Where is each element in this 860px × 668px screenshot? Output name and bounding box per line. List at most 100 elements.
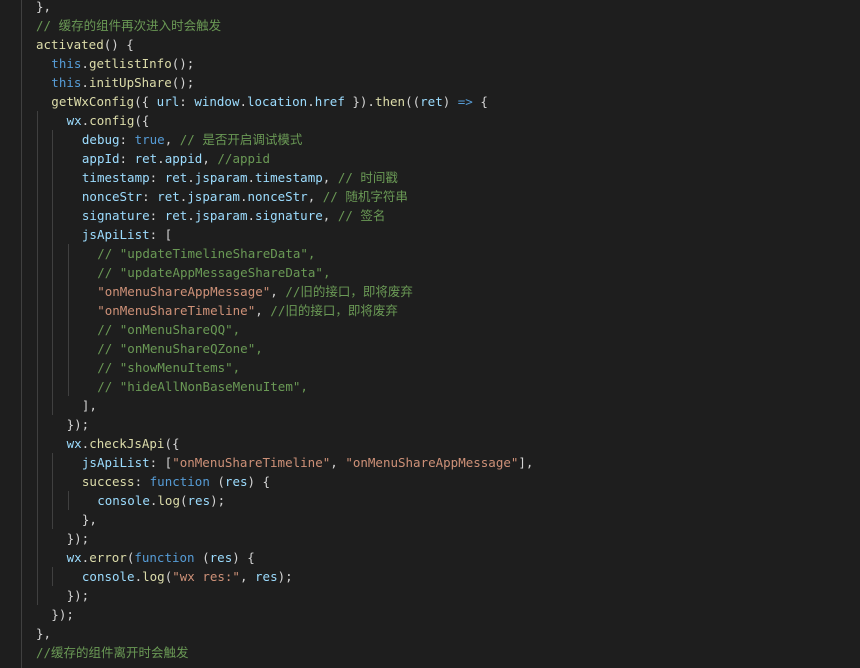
code-token: // 缓存的组件再次进入时会触发 [36,18,222,33]
code-line[interactable]: // 缓存的组件再次进入时会触发 [0,16,860,35]
code-line[interactable]: activated() { [0,35,860,54]
code-token: // "updateTimelineShareData", [97,246,316,261]
code-token: }); [66,417,90,432]
code-token: // "onMenuShareQZone", [97,341,263,356]
code-token: , [322,208,338,223]
code-token: wx [66,550,82,565]
code-token: //旧的接口，即将废弃 [270,303,398,318]
code-token: ( [209,474,225,489]
code-line[interactable]: }); [0,529,860,548]
code-line[interactable]: appId: ret.appid, //appid [0,149,860,168]
code-token: : [119,132,135,147]
code-token: // 签名 [337,208,386,223]
code-token: ret [164,208,188,223]
code-token: res [209,550,233,565]
code-token: . [81,75,89,90]
code-line[interactable]: // "updateAppMessageShareData", [0,263,860,282]
code-token: : [ [149,455,173,470]
code-line[interactable]: wx.error(function (res) { [0,548,860,567]
code-line[interactable]: }, [0,0,860,16]
code-token: }); [66,531,90,546]
code-line[interactable]: // "showMenuItems", [0,358,860,377]
code-line[interactable]: nonceStr: ret.jsparam.nonceStr, // 随机字符串 [0,187,860,206]
code-token: ret [420,94,443,109]
code-line[interactable]: }, [0,510,860,529]
code-token: ret [157,189,180,204]
code-token: console [81,569,135,584]
code-token: log [157,493,180,508]
code-token: // 随机字符串 [322,189,408,204]
code-line[interactable]: getWxConfig({ url: window.location.href … [0,92,860,111]
code-lines[interactable]: }, // 缓存的组件再次进入时会触发 activated() {this.getl… [0,0,860,662]
code-line[interactable]: "onMenuShareAppMessage", //旧的接口，即将废弃 [0,282,860,301]
code-token: : [149,170,165,185]
code-editor[interactable]: }, // 缓存的组件再次进入时会触发 activated() {this.getl… [0,0,860,668]
code-line[interactable]: jsApiList: ["onMenuShareTimeline", "onMe… [0,453,860,472]
code-token: ret [134,151,158,166]
code-line[interactable]: console.log(res); [0,491,860,510]
code-token: ( [179,493,188,508]
code-token: . [307,94,315,109]
code-line[interactable]: signature: ret.jsparam.signature, // 签名 [0,206,860,225]
code-line[interactable]: success: function (res) { [0,472,860,491]
code-token: : [149,208,165,223]
code-line[interactable]: ], [0,396,860,415]
code-token: ) { [232,550,255,565]
code-line[interactable]: jsApiList: [ [0,225,860,244]
code-token: location [247,94,308,109]
code-line[interactable]: console.log("wx res:", res); [0,567,860,586]
code-line[interactable]: }); [0,605,860,624]
code-token: , [330,455,346,470]
code-token: res [187,493,211,508]
code-token: config [89,113,135,128]
code-line[interactable]: // "onMenuShareQZone", [0,339,860,358]
code-line[interactable]: // "onMenuShareQQ", [0,320,860,339]
code-token: . [247,208,256,223]
code-token: }); [51,607,74,622]
code-line[interactable]: }); [0,415,860,434]
code-token: ], [518,455,534,470]
code-token: }, [36,0,52,14]
code-token: , [322,170,338,185]
code-token: // "showMenuItems", [97,360,241,375]
code-line[interactable]: this.initUpShare(); [0,73,860,92]
code-line[interactable]: }); [0,586,860,605]
code-line[interactable]: wx.checkJsApi({ [0,434,860,453]
code-token: , [239,569,256,584]
code-line[interactable]: }, [0,624,860,643]
code-token: console [97,493,150,508]
code-token: . [187,208,195,223]
code-token: (); [171,75,195,90]
code-token: ( [194,550,210,565]
code-token: , [164,132,180,147]
code-token: }, [36,626,52,641]
code-token: () { [103,37,134,52]
code-token: signature [81,208,150,223]
code-token: "wx res:" [172,569,240,584]
code-line[interactable]: // "updateTimelineShareData", [0,244,860,263]
code-token: . [134,569,143,584]
code-token: appid [164,151,203,166]
code-token: checkJsApi [89,436,165,451]
code-token: . [239,94,247,109]
code-token: function [149,474,210,489]
code-token: // 是否开启调试模式 [179,132,303,147]
code-token: . [239,189,248,204]
code-token: }). [344,94,375,109]
code-line[interactable]: debug: true, // 是否开启调试模式 [0,130,860,149]
code-line[interactable]: timestamp: ret.jsparam.timestamp, // 时间戳 [0,168,860,187]
code-line[interactable]: "onMenuShareTimeline", //旧的接口，即将废弃 [0,301,860,320]
code-line[interactable]: wx.config({ [0,111,860,130]
code-token: jsparam [194,208,248,223]
code-token: href [314,94,345,109]
code-line[interactable]: //缓存的组件离开时会触发 [0,643,860,662]
code-token: jsApiList [81,227,150,242]
code-line[interactable]: this.getlistInfo(); [0,54,860,73]
code-token: , [255,303,271,318]
code-token: ({ [164,436,180,451]
code-line[interactable]: // "hideAllNonBaseMenuItem", [0,377,860,396]
code-token: ) [442,94,458,109]
code-token: . [187,170,195,185]
code-token: url [156,94,180,109]
code-token: }); [66,588,90,603]
